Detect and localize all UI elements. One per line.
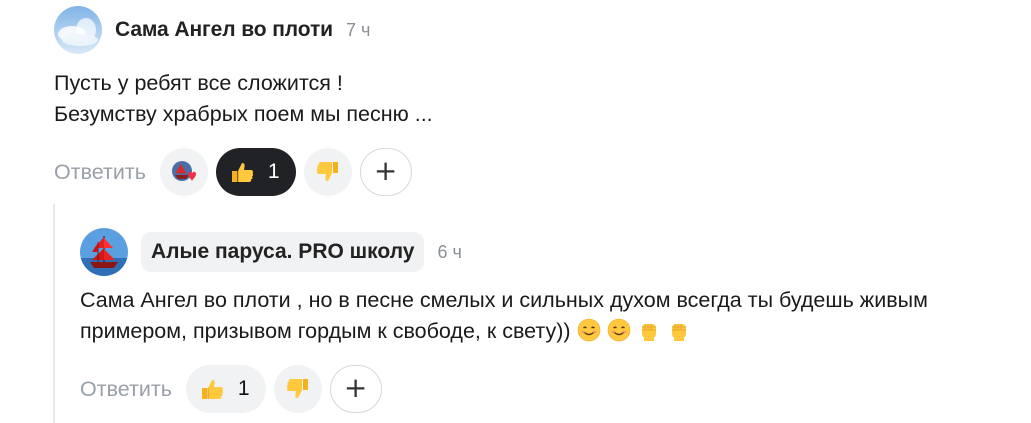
thumbs-up-icon xyxy=(201,380,223,399)
author-name[interactable]: Сама Ангел во плоти xyxy=(115,18,333,42)
thumbs-up-icon xyxy=(231,163,253,182)
comment: Сама Ангел во плоти 7 ч Пусть у ребят вс… xyxy=(54,0,1014,196)
timestamp: 7 ч xyxy=(345,19,371,40)
raised-fist-icon xyxy=(641,324,656,341)
like-count: 1 xyxy=(267,160,280,183)
plus-icon: + xyxy=(343,371,368,404)
like-button[interactable]: 1 xyxy=(215,148,296,196)
comments-thread: Сама Ангел во плоти 7 ч Пусть у ребят вс… xyxy=(0,0,1031,423)
comment-actions: Ответить 1 + xyxy=(80,365,1025,413)
raised-fist-icon xyxy=(671,324,686,341)
thumbs-down-icon xyxy=(286,379,308,398)
dislike-button[interactable] xyxy=(273,365,322,413)
add-reaction-button[interactable]: + xyxy=(359,148,412,196)
comment-text-body: Сама Ангел во плоти , но в песне смелых … xyxy=(80,288,928,343)
reply-button[interactable]: Ответить xyxy=(80,377,172,402)
avatar[interactable] xyxy=(54,6,102,54)
smiling-face-icon xyxy=(577,318,600,342)
avatar[interactable] xyxy=(80,228,128,276)
reply-thread-line xyxy=(53,204,55,423)
thumbs-down-icon xyxy=(316,162,338,181)
smiling-face-icon xyxy=(607,318,630,342)
reaction-ship-heart[interactable] xyxy=(159,148,208,196)
reply-button[interactable]: Ответить xyxy=(54,160,146,185)
comment-header: Алые паруса. PRO школу 6 ч xyxy=(80,222,1025,282)
timestamp: 6 ч xyxy=(437,241,462,262)
add-reaction-button[interactable]: + xyxy=(329,365,382,413)
comment-actions: Ответить 1 + xyxy=(54,148,1014,196)
like-button[interactable]: 1 xyxy=(185,365,266,413)
reply-comment: Алые паруса. PRO школу 6 ч Сама Ангел во… xyxy=(80,222,1025,413)
comment-header: Сама Ангел во плоти 7 ч xyxy=(54,0,1014,60)
dislike-button[interactable] xyxy=(303,148,352,196)
plus-icon: + xyxy=(373,154,398,187)
comment-text: Пусть у ребят все сложится ! Безумству х… xyxy=(54,71,433,126)
comment-text: Сама Ангел во плоти , но в песне смелых … xyxy=(80,285,1025,347)
like-count: 1 xyxy=(237,377,250,400)
ship-heart-icon xyxy=(171,161,196,181)
author-name[interactable]: Алые паруса. PRO школу xyxy=(141,232,425,272)
